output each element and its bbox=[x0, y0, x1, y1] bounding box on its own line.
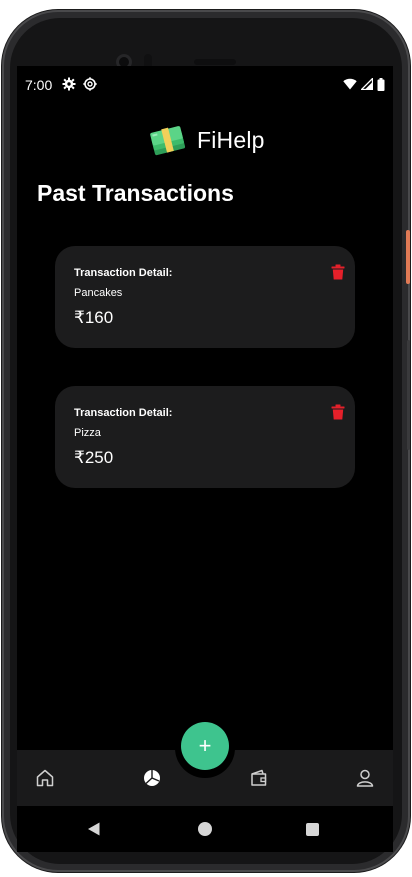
transaction-item: Pizza bbox=[74, 427, 101, 439]
status-bar: 7:00 bbox=[17, 66, 393, 102]
settings-gear-icon bbox=[62, 77, 76, 91]
page-title: Past Transactions bbox=[37, 180, 234, 206]
home-circle-icon[interactable] bbox=[198, 822, 212, 836]
home-icon[interactable] bbox=[35, 768, 55, 788]
wallet-icon[interactable] bbox=[249, 768, 269, 788]
power-button bbox=[406, 230, 410, 284]
pie-chart-icon[interactable] bbox=[142, 768, 162, 788]
app-screen: 7:00 FiHelp Past Transactions Transactio… bbox=[17, 66, 393, 806]
trash-icon[interactable] bbox=[331, 404, 345, 420]
app-brand: FiHelp bbox=[149, 122, 265, 158]
add-transaction-button[interactable]: + bbox=[181, 722, 229, 770]
system-nav-bar bbox=[17, 806, 393, 852]
profile-icon[interactable] bbox=[355, 768, 375, 788]
trash-icon[interactable] bbox=[331, 264, 345, 280]
transaction-amount: ₹160 bbox=[74, 308, 114, 327]
transaction-detail-label: Transaction Detail: bbox=[74, 407, 173, 419]
wifi-icon bbox=[343, 78, 357, 90]
transaction-item: Pancakes bbox=[74, 287, 123, 299]
status-indicators bbox=[343, 77, 385, 91]
earpiece-speaker bbox=[194, 59, 236, 65]
transaction-card: Transaction Detail: Pizza ₹250 bbox=[55, 386, 355, 488]
signal-icon bbox=[361, 78, 373, 90]
app-name: FiHelp bbox=[197, 126, 265, 153]
transaction-detail-label: Transaction Detail: bbox=[74, 267, 173, 279]
transaction-amount: ₹250 bbox=[74, 448, 114, 467]
recents-icon[interactable] bbox=[306, 823, 319, 836]
volume-button bbox=[407, 340, 410, 450]
back-icon[interactable] bbox=[87, 822, 101, 836]
battery-icon bbox=[377, 77, 385, 91]
money-stack-icon bbox=[150, 126, 186, 156]
transaction-card: Transaction Detail: Pancakes ₹160 bbox=[55, 246, 355, 348]
status-time: 7:00 bbox=[25, 77, 53, 93]
settings-cog-icon bbox=[83, 77, 97, 91]
